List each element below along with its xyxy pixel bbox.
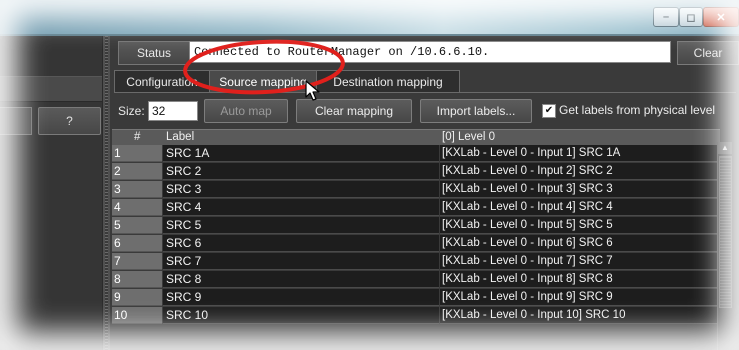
close-button[interactable]: ✕	[703, 7, 739, 27]
table-row[interactable]: 2 SRC 2 [KXLab - Level 0 - Input 2] SRC 2	[112, 163, 720, 181]
label-cell[interactable]: SRC 8	[163, 271, 439, 288]
level-mapping-cell[interactable]: [KXLab - Level 0 - Input 1] SRC 1A	[440, 145, 720, 162]
label-cell[interactable]: SRC 10	[163, 307, 439, 324]
label-cell[interactable]: SRC 1A	[163, 145, 439, 162]
label-cell[interactable]: SRC 5	[163, 217, 439, 234]
tab-source-mapping[interactable]: Source mapping	[209, 70, 317, 93]
row-number-cell: 8	[112, 271, 162, 288]
table-row[interactable]: 7 SRC 7 [KXLab - Level 0 - Input 7] SRC 7	[112, 253, 720, 271]
level-mapping-cell[interactable]: [KXLab - Level 0 - Input 2] SRC 2	[440, 163, 720, 180]
help-button-label: ?	[66, 114, 73, 128]
row-number-cell: 1	[112, 145, 162, 162]
minimize-button[interactable]: –	[653, 7, 679, 27]
level-mapping-cell[interactable]: [KXLab - Level 0 - Input 9] SRC 9	[440, 289, 720, 306]
get-labels-checkbox[interactable]: ✔	[542, 104, 556, 118]
tab-divider	[114, 92, 736, 93]
tab-destination-mapping[interactable]: Destination mapping	[316, 70, 460, 93]
status-label: Status	[118, 41, 190, 65]
table-row[interactable]: 5 SRC 5 [KXLab - Level 0 - Input 5] SRC 5	[112, 217, 720, 235]
column-header-label[interactable]: Label	[166, 130, 194, 145]
level-mapping-cell[interactable]: [KXLab - Level 0 - Input 5] SRC 5	[440, 217, 720, 234]
table-row[interactable]: 4 SRC 4 [KXLab - Level 0 - Input 4] SRC 4	[112, 199, 720, 217]
left-panel-field[interactable]	[0, 107, 32, 135]
level-mapping-cell[interactable]: [KXLab - Level 0 - Input 4] SRC 4	[440, 199, 720, 216]
row-number-cell: 10	[112, 307, 162, 324]
row-number-cell: 9	[112, 289, 162, 306]
window-title-bar: – ◻ ✕	[0, 0, 739, 36]
label-cell[interactable]: SRC 3	[163, 181, 439, 198]
import-labels-button[interactable]: Import labels...	[420, 99, 532, 123]
table-row[interactable]: 6 SRC 6 [KXLab - Level 0 - Input 6] SRC 6	[112, 235, 720, 253]
arrow-up-icon[interactable]: ▲	[718, 142, 732, 154]
row-number-cell: 6	[112, 235, 162, 252]
table-row[interactable]: 1 SRC 1A [KXLab - Level 0 - Input 1] SRC 1…	[112, 145, 720, 163]
row-number-cell: 5	[112, 217, 162, 234]
level-mapping-cell[interactable]: [KXLab - Level 0 - Input 10] SRC 10	[440, 307, 720, 324]
left-panel-header	[0, 76, 103, 102]
table-header: # Label [0] Level 0	[112, 129, 720, 145]
clear-mapping-button[interactable]: Clear mapping	[296, 99, 412, 123]
label-cell[interactable]: SRC 2	[163, 163, 439, 180]
label-cell[interactable]: SRC 9	[163, 289, 439, 306]
level-mapping-cell[interactable]: [KXLab - Level 0 - Input 7] SRC 7	[440, 253, 720, 270]
table-row[interactable]: 9 SRC 9 [KXLab - Level 0 - Input 9] SRC 9	[112, 289, 720, 307]
table-row[interactable]: 10 SRC 10 [KXLab - Level 0 - Input 10] SRC…	[112, 307, 720, 325]
tab-configuration[interactable]: Configuration	[114, 70, 210, 93]
status-field: Connected to RouterManager on /10.6.6.10…	[189, 41, 671, 63]
restore-icon: ◻	[686, 11, 696, 24]
table-scrollbar[interactable]: ▲	[717, 142, 732, 350]
table-row[interactable]: 8 SRC 8 [KXLab - Level 0 - Input 8] SRC 8	[112, 271, 720, 289]
minimize-icon: –	[662, 11, 670, 23]
level-mapping-cell[interactable]: [KXLab - Level 0 - Input 8] SRC 8	[440, 271, 720, 288]
left-panel: ?	[0, 36, 103, 350]
auto-map-button[interactable]: Auto map	[204, 99, 288, 123]
level-mapping-cell[interactable]: [KXLab - Level 0 - Input 6] SRC 6	[440, 235, 720, 252]
label-cell[interactable]: SRC 7	[163, 253, 439, 270]
scrollbar-thumb[interactable]	[719, 156, 732, 308]
table-row[interactable]: 3 SRC 3 [KXLab - Level 0 - Input 3] SRC 3	[112, 181, 720, 199]
get-labels-label: Get labels from physical level	[559, 103, 716, 117]
label-cell[interactable]: SRC 4	[163, 199, 439, 216]
row-number-cell: 2	[112, 163, 162, 180]
checkmark-icon: ✔	[544, 105, 554, 116]
main-panel: Status Connected to RouterManager on /10…	[110, 36, 739, 350]
row-number-cell: 7	[112, 253, 162, 270]
clear-status-button[interactable]: Clear	[677, 41, 739, 65]
row-number-cell: 4	[112, 199, 162, 216]
restore-button[interactable]: ◻	[679, 7, 703, 27]
label-cell[interactable]: SRC 6	[163, 235, 439, 252]
row-number-cell: 3	[112, 181, 162, 198]
size-input[interactable]: 32	[148, 101, 198, 121]
close-icon: ✕	[716, 11, 726, 24]
size-label: Size:	[118, 104, 145, 118]
level-mapping-cell[interactable]: [KXLab - Level 0 - Input 3] SRC 3	[440, 181, 720, 198]
app-window: – ◻ ✕ ? Status Connected to RouterManage…	[0, 0, 739, 350]
column-header-level-0[interactable]: [0] Level 0	[442, 130, 495, 145]
help-button[interactable]: ?	[38, 107, 101, 135]
column-header-number[interactable]: #	[134, 130, 140, 145]
